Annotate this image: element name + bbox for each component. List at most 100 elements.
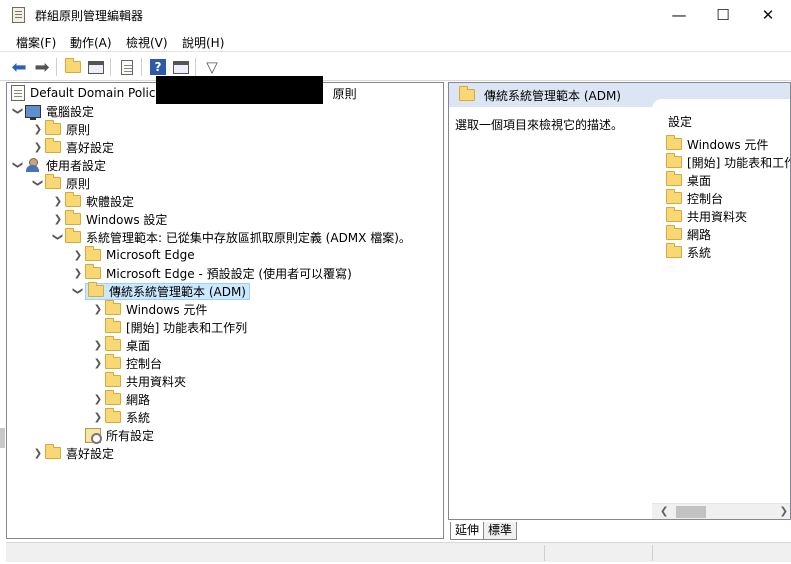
scroll-thumb[interactable]: [676, 506, 706, 518]
chevron-right-icon[interactable]: ❯: [51, 212, 65, 226]
tree-item-software-settings[interactable]: ❯ 軟體設定: [51, 192, 134, 210]
settings-list[interactable]: 設定 Windows 元件 [開始] 功能表和工作 桌面 控制台 共用資料夾 網…: [652, 99, 790, 519]
tree-item-edge-default[interactable]: ❯ Microsoft Edge - 預設設定 (使用者可以覆寫): [71, 264, 352, 282]
list-item-system[interactable]: 系統: [666, 243, 711, 261]
tree-item-user-policies[interactable]: ❯ 原則: [31, 174, 90, 192]
list-item-start-menu[interactable]: [開始] 功能表和工作: [666, 153, 790, 171]
list-item-network[interactable]: 網路: [666, 225, 711, 243]
folder-icon: [65, 210, 81, 225]
menu-view[interactable]: 檢視(V): [126, 34, 168, 51]
chevron-right-icon[interactable]: ❯: [71, 266, 85, 280]
tree-pane[interactable]: Default Domain Policy 原則 ❯ 電腦設定 ❯ 原則 ❯ 喜…: [6, 82, 444, 539]
chevron-down-icon[interactable]: ❯: [11, 104, 25, 118]
title-bar: 群組原則管理編輯器 — ☐ ✕: [0, 0, 791, 30]
chevron-down-icon[interactable]: ❯: [71, 284, 85, 298]
list-item-shared-folders[interactable]: 共用資料夾: [666, 207, 747, 225]
close-button[interactable]: ✕: [745, 0, 791, 30]
tree-item-admin-templates[interactable]: ❯ 系統管理範本: 已從集中存放區抓取原則定義 (ADMX 檔案)。: [51, 228, 411, 246]
export-list-icon[interactable]: [117, 57, 137, 77]
tree-item-computer-preferences[interactable]: ❯ 喜好設定: [31, 138, 114, 156]
window-title: 群組原則管理編輯器: [35, 9, 144, 23]
toolbar-separator: [56, 58, 57, 76]
chevron-right-icon[interactable]: ❯: [51, 194, 65, 208]
folder-icon: [45, 444, 61, 459]
scroll-right-icon[interactable]: ❯: [780, 506, 788, 517]
help-icon[interactable]: ?: [148, 57, 168, 77]
menu-help[interactable]: 說明(H): [182, 34, 224, 51]
back-arrow-icon[interactable]: ⬅: [9, 57, 29, 78]
show-hide-tree-icon[interactable]: [86, 57, 106, 77]
chevron-right-icon[interactable]: ❯: [91, 392, 105, 406]
status-divider: [544, 545, 545, 561]
chevron-right-icon[interactable]: ❯: [31, 140, 45, 154]
tree-item-network[interactable]: ❯ 網路: [91, 390, 150, 408]
toolbar-separator: [141, 58, 142, 76]
chevron-down-icon[interactable]: ❯: [11, 158, 25, 172]
tree-item-control-panel[interactable]: ❯ 控制台: [91, 354, 162, 372]
folder-icon: [459, 86, 475, 101]
computer-icon: [25, 104, 41, 120]
tab-extended[interactable]: 延伸: [450, 522, 485, 540]
chevron-right-icon[interactable]: ❯: [71, 248, 85, 262]
tree-item-windows-components[interactable]: ❯ Windows 元件: [91, 300, 207, 318]
folder-icon: [85, 246, 101, 261]
horizontal-scrollbar[interactable]: ❮ ❯: [652, 503, 790, 519]
tree-item-windows-settings[interactable]: ❯ Windows 設定: [51, 210, 167, 228]
tree-item-all-settings[interactable]: ❯ 所有設定: [71, 426, 154, 444]
tree-item-system[interactable]: ❯ 系統: [91, 408, 150, 426]
folder-icon: [105, 318, 121, 333]
menu-file[interactable]: 檔案(F): [16, 34, 56, 51]
tree-item-edge[interactable]: ❯ Microsoft Edge: [71, 246, 195, 264]
folder-icon: [105, 372, 121, 387]
column-header-settings[interactable]: 設定: [668, 113, 692, 130]
toolbar-separator: [195, 58, 196, 76]
folder-icon: [45, 120, 61, 135]
chevron-right-icon[interactable]: ❯: [91, 356, 105, 370]
tree-item-user-config[interactable]: ❯ 使用者設定: [11, 156, 106, 174]
folder-icon: [666, 171, 682, 186]
scroll-left-icon[interactable]: ❮: [660, 506, 668, 517]
list-item-desktop[interactable]: 桌面: [666, 171, 711, 189]
tree-item-selected[interactable]: 傳統系統管理範本 (ADM): [85, 282, 250, 300]
minimize-button[interactable]: —: [656, 0, 702, 30]
folder-icon: [666, 243, 682, 258]
properties-icon[interactable]: [171, 57, 191, 77]
chevron-down-icon[interactable]: ❯: [31, 176, 45, 190]
tree-item-start-menu[interactable]: ❯ [開始] 功能表和工作列: [91, 318, 247, 336]
tab-standard[interactable]: 標準: [483, 522, 518, 540]
folder-icon: [105, 354, 121, 369]
chevron-right-icon[interactable]: ❯: [31, 122, 45, 136]
folder-icon: [105, 300, 121, 315]
all-settings-icon: [85, 427, 102, 444]
folder-icon: [666, 153, 682, 168]
folder-icon: [88, 282, 104, 297]
filter-icon[interactable]: ▽: [202, 57, 222, 77]
chevron-right-icon[interactable]: ❯: [91, 302, 105, 316]
tree-item-computer-config[interactable]: ❯ 電腦設定: [11, 102, 94, 120]
tree-item-user-preferences[interactable]: ❯ 喜好設定: [31, 444, 114, 462]
policy-doc-icon: [11, 85, 25, 101]
menu-action[interactable]: 動作(A): [70, 34, 112, 51]
chevron-right-icon[interactable]: ❯: [91, 338, 105, 352]
tree-item-desktop[interactable]: ❯ 桌面: [91, 336, 150, 354]
tree-item-classic-templates[interactable]: ❯ 傳統系統管理範本 (ADM): [71, 282, 250, 300]
list-item-control-panel[interactable]: 控制台: [666, 189, 723, 207]
left-edge-strip-gray: [0, 428, 5, 448]
toolbar: ⬅ ➡ ? ▽: [0, 53, 791, 81]
tree-item-computer-policies[interactable]: ❯ 原則: [31, 120, 90, 138]
tree-item-shared-folders[interactable]: ❯ 共用資料夾: [91, 372, 186, 390]
chevron-right-icon[interactable]: ❯: [31, 446, 45, 460]
folder-icon: [666, 225, 682, 240]
forward-arrow-icon[interactable]: ➡: [32, 57, 52, 78]
up-folder-icon[interactable]: [63, 57, 83, 77]
maximize-button[interactable]: ☐: [700, 0, 746, 30]
user-icon: [25, 157, 41, 173]
chevron-down-icon[interactable]: ❯: [51, 230, 65, 244]
folder-icon: [105, 336, 121, 351]
chevron-right-icon[interactable]: ❯: [91, 410, 105, 424]
folder-icon: [666, 135, 682, 150]
details-pane[interactable]: 傳統系統管理範本 (ADM) 選取一個項目來檢視它的描述。 設定 Windows…: [448, 82, 791, 520]
folder-icon: [45, 138, 61, 153]
list-item-windows-components[interactable]: Windows 元件: [666, 135, 768, 153]
description-text: 選取一個項目來檢視它的描述。: [455, 118, 624, 132]
